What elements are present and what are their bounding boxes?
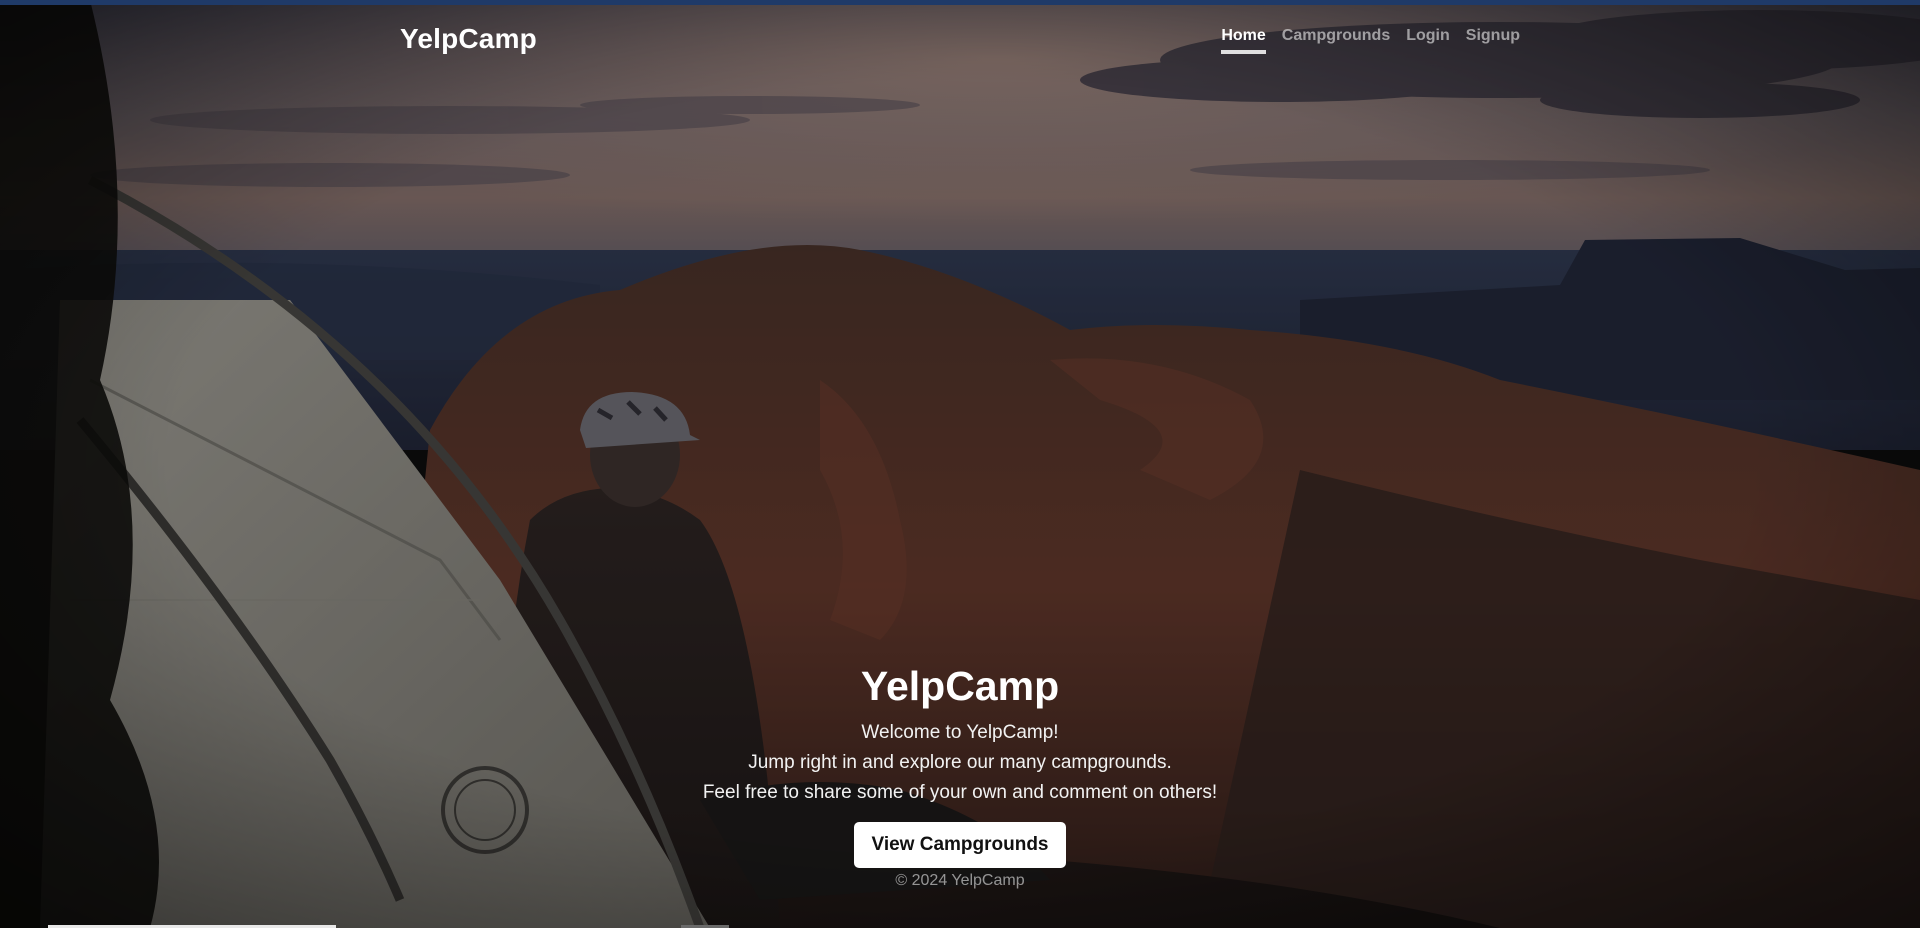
hero-section: YelpCamp Welcome to YelpCamp! Jump right… (0, 660, 1920, 868)
hero-line-share: Feel free to share some of your own and … (702, 782, 1218, 803)
window-top-strip (0, 0, 1920, 5)
hero-title: YelpCamp (860, 663, 1060, 709)
nav-links: Home Campgrounds Login Signup (1221, 27, 1520, 54)
top-navbar: YelpCamp Home Campgrounds Login Signup (400, 5, 1520, 75)
view-campgrounds-button[interactable]: View Campgrounds (854, 822, 1066, 868)
brand-logo-link[interactable]: YelpCamp (400, 23, 537, 55)
page-footer: © 2024 YelpCamp (895, 872, 1025, 889)
nav-link-login[interactable]: Login (1406, 27, 1450, 54)
nav-link-home[interactable]: Home (1221, 27, 1266, 54)
hero-line-welcome: Welcome to YelpCamp! (861, 722, 1059, 743)
nav-link-signup[interactable]: Signup (1466, 27, 1520, 54)
hero-line-explore: Jump right in and explore our many campg… (748, 752, 1172, 773)
hero-description: Welcome to YelpCamp! Jump right in and e… (0, 718, 1920, 808)
landing-page: YelpCamp Home Campgrounds Login Signup Y… (0, 0, 1920, 928)
nav-link-campgrounds[interactable]: Campgrounds (1282, 27, 1390, 54)
